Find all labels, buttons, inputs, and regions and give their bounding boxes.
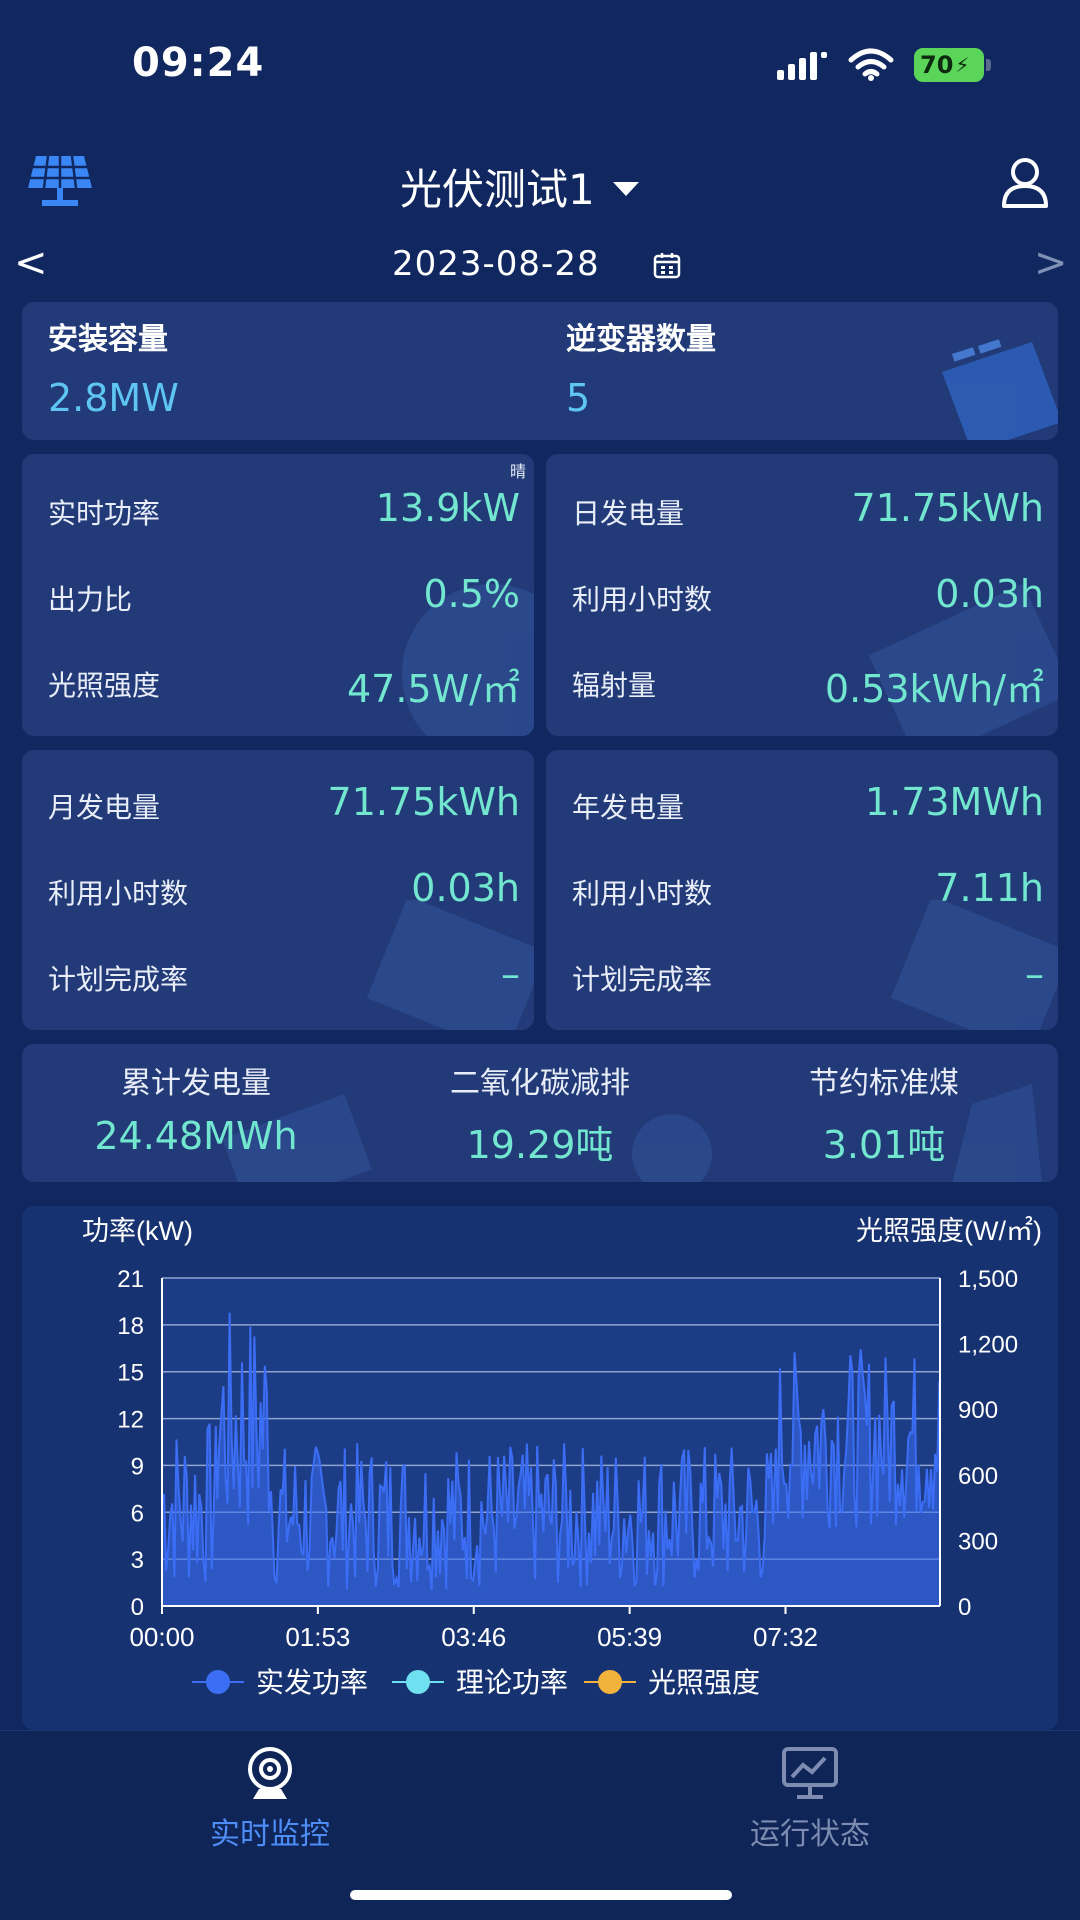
realtime-card: 晴 实时功率 13.9kW 出力比 0.5% 光照强度 47.5W/㎡ [22,454,534,736]
wifi-icon [848,48,894,81]
legend-marker [406,1670,430,1694]
legend-marker [598,1670,622,1694]
battery-indicator: 70 ⚡ [914,48,984,82]
y2-tick-label: 600 [958,1463,998,1490]
yearly-energy-label: 年发电量 [572,791,685,824]
legend-marker [206,1670,230,1694]
legend-label: 光照强度 [648,1667,760,1698]
monthly-plan-value: – [501,952,520,996]
legend-item[interactable]: 实发功率 [192,1667,368,1698]
yearly-energy-value: 1.73MWh [864,780,1044,824]
y2-tick-label: 1,200 [958,1332,1018,1359]
status-time: 09:24 [132,40,265,86]
monitor-chart-icon [782,1747,838,1799]
radiation-value: 0.53kWh/㎡ [824,667,1044,711]
solar-panel-icon[interactable] [26,154,94,208]
tab-operation-status[interactable]: 运行状态 [660,1745,960,1865]
battery-level: 70 [920,51,954,79]
monthly-hours-label: 利用小时数 [48,877,189,910]
yearly-hours-label: 利用小时数 [572,877,713,910]
y2-axis-label: 光照强度(W/㎡) [856,1216,1042,1246]
status-bar: 09:24 70 ⚡ [0,0,1080,130]
y2-tick-label: 900 [958,1397,998,1424]
co2-reduction-value: 19.29吨 [466,1123,614,1167]
x-tick-label: 05:39 [597,1622,662,1652]
cumulative-energy-label: 累计发电量 [121,1066,271,1101]
camera-icon [248,1747,292,1799]
cumulative-energy-value: 24.48MWh [94,1114,298,1158]
user-profile-icon[interactable] [1000,156,1050,208]
irradiance-value: 47.5W/㎡ [347,667,520,711]
date-display[interactable]: 2023-08-28 [392,244,600,284]
inverter-count-value: 5 [566,376,591,420]
y-axis-label: 功率(kW) [82,1216,193,1246]
yearly-hours-value: 7.11h [935,866,1044,910]
coal-saving-label: 节约标准煤 [809,1066,959,1101]
monthly-plan-label: 计划完成率 [48,963,189,996]
yearly-plan-label: 计划完成率 [572,963,713,996]
output-ratio-value: 0.5% [423,572,520,616]
calendar-icon[interactable] [652,250,682,280]
tab-realtime-label: 实时监控 [210,1817,330,1852]
daily-energy-value: 71.75kWh [851,486,1044,530]
previous-day-button[interactable]: < [14,240,48,286]
y-tick-label: 6 [131,1500,144,1527]
output-ratio-label: 出力比 [48,583,133,616]
capacity-card: 安装容量 2.8MW 逆变器数量 5 [22,302,1058,440]
install-capacity-value: 2.8MW [48,376,179,420]
y2-tick-label: 0 [958,1594,971,1621]
coal-saving-value: 3.01吨 [822,1123,946,1167]
station-name: 光伏测试1 [400,165,595,214]
next-day-button[interactable]: > [1034,240,1068,286]
legend-item[interactable]: 光照强度 [584,1667,760,1698]
charging-icon: ⚡ [955,53,970,77]
y-tick-label: 0 [131,1594,144,1621]
totals-card: 累计发电量 24.48MWh 二氧化碳减排 19.29吨 节约标准煤 3.01吨 [22,1044,1058,1182]
legend-label: 实发功率 [256,1667,368,1698]
daily-hours-label: 利用小时数 [572,583,713,616]
x-tick-label: 01:53 [285,1622,350,1652]
station-selector[interactable]: 光伏测试1 [400,156,639,217]
y2-tick-label: 1,500 [958,1266,1018,1293]
legend-item[interactable]: 理论功率 [392,1667,568,1698]
yearly-plan-value: – [1025,952,1044,996]
y-tick-label: 18 [117,1313,144,1340]
install-capacity-label: 安装容量 [48,322,168,357]
x-tick-label: 07:32 [753,1622,818,1652]
daily-card: 日发电量 71.75kWh 利用小时数 0.03h 辐射量 0.53kWh/㎡ [546,454,1058,736]
power-chart: 功率(kW) 光照强度(W/㎡) 0 3 6 9 12 15 18 21 0 300 600 900 1… [82,1216,1042,1698]
cellular-signal-icon [777,52,827,80]
x-tick-label: 03:46 [441,1622,506,1652]
y-tick-label: 15 [117,1360,144,1387]
battery-cap [986,59,991,71]
realtime-power-value: 13.9kW [375,486,520,530]
y-tick-label: 21 [117,1266,144,1293]
co2-reduction-label: 二氧化碳减排 [450,1066,630,1101]
monthly-energy-value: 71.75kWh [327,780,520,824]
realtime-power-label: 实时功率 [48,497,161,530]
monthly-hours-value: 0.03h [411,866,520,910]
y2-tick-label: 300 [958,1528,998,1555]
y-tick-label: 3 [131,1547,144,1574]
y-tick-label: 9 [131,1453,144,1480]
daily-hours-value: 0.03h [935,572,1044,616]
y-tick-label: 12 [117,1407,144,1434]
daily-energy-label: 日发电量 [572,497,685,530]
yearly-card: 年发电量 1.73MWh 利用小时数 7.11h 计划完成率 – [546,750,1058,1030]
tab-realtime-monitor[interactable]: 实时监控 [120,1745,420,1865]
monthly-energy-label: 月发电量 [48,791,161,824]
x-tick-label: 00:00 [129,1622,194,1652]
inverter-decoration-icon [942,339,1058,440]
chevron-down-icon [612,181,639,196]
irradiance-label: 光照强度 [48,669,161,702]
tab-operation-label: 运行状态 [750,1817,870,1852]
date-navigator: < 2023-08-28 > [0,240,1080,290]
home-indicator [350,1890,732,1900]
radiation-label: 辐射量 [572,669,657,702]
power-chart-card: 功率(kW) 光照强度(W/㎡) 0 3 6 9 12 15 18 21 0 300 600 900 1… [22,1206,1058,1730]
weather-text: 晴 [510,462,527,481]
inverter-count-label: 逆变器数量 [566,322,716,357]
monthly-card: 月发电量 71.75kWh 利用小时数 0.03h 计划完成率 – [22,750,534,1030]
legend-label: 理论功率 [456,1667,568,1698]
